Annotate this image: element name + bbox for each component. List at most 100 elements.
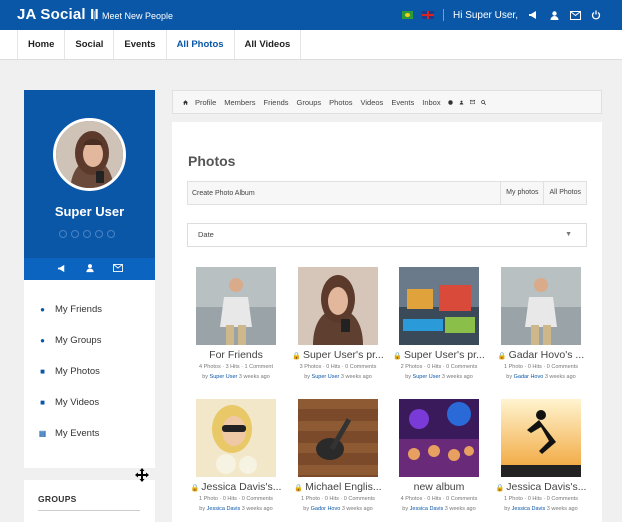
lock-icon: 🔒 — [292, 353, 301, 360]
power-icon[interactable] — [590, 9, 602, 21]
owner-link[interactable]: Gadar Hovo — [514, 374, 544, 380]
owner-link[interactable]: Super User — [312, 374, 340, 380]
caret-down-icon: ▼ — [565, 231, 572, 238]
owner-link[interactable]: Jessica Davis — [207, 506, 241, 512]
album-card[interactable]: 🔒 Super User's pr... 3 Photos · 0 Hits · … — [288, 267, 388, 380]
side-menu: ● My Friends ● My Groups ■ My Photos ■ My Vi… — [24, 280, 155, 468]
profile-actions — [24, 258, 155, 280]
mail-icon[interactable] — [467, 98, 478, 106]
divider — [442, 9, 444, 21]
album-title[interactable]: 🔒 Michael Englis... — [288, 481, 388, 493]
toolbar-groups[interactable]: Groups — [293, 98, 326, 107]
profile-name[interactable]: Super User — [24, 204, 155, 219]
album-thumbnail[interactable] — [399, 399, 479, 477]
album-stats: 3 Photos · 0 Hits · 0 Comments — [299, 364, 377, 370]
album-thumbnail[interactable] — [196, 399, 276, 477]
owner-link[interactable]: Gador Hovo — [311, 506, 341, 512]
my-photos-button[interactable]: My photos — [500, 182, 543, 204]
side-item-label: My Events — [55, 428, 100, 439]
album-stats: 1 Photo · 0 Hits · 0 Comments — [199, 496, 273, 502]
video-icon: ■ — [40, 398, 45, 407]
album-title[interactable]: 🔒 Jessica Davis's... — [186, 481, 286, 493]
toolbar-photos[interactable]: Photos — [325, 98, 356, 107]
create-album-button[interactable]: Create Photo Album — [188, 190, 500, 197]
lock-icon: 🔒 — [497, 353, 507, 360]
mail-icon[interactable] — [112, 264, 123, 274]
side-item-photos[interactable]: ■ My Photos — [24, 356, 155, 387]
lock-icon: 🔒 — [393, 353, 402, 360]
nav-social[interactable]: Social — [64, 30, 113, 59]
top-bar: JA Social II Meet New People Hi Super Us… — [0, 0, 622, 30]
side-item-events[interactable]: ▦ My Events — [24, 418, 155, 449]
album-title[interactable]: 🔒 Jessica Davis's... — [491, 481, 591, 493]
side-item-videos[interactable]: ■ My Videos — [24, 387, 155, 418]
brazil-flag-icon[interactable] — [401, 11, 413, 19]
owner-link[interactable]: Jessica Davis — [512, 506, 546, 512]
nav-all-photos[interactable]: All Photos — [165, 30, 234, 59]
star-icon — [71, 230, 79, 238]
album-thumbnail[interactable] — [399, 267, 479, 345]
home-icon[interactable] — [180, 98, 191, 107]
album-card[interactable]: 🔒 Jessica Davis's... 1 Photo · 0 Hits · 0… — [491, 399, 591, 512]
nav-home[interactable]: Home — [17, 30, 64, 59]
toolbar-members[interactable]: Members — [220, 98, 259, 107]
friends-icon[interactable] — [456, 98, 467, 107]
groups-icon: ● — [40, 336, 45, 345]
page-title: Photos — [188, 153, 236, 169]
all-photos-button[interactable]: All Photos — [543, 182, 586, 204]
album-card[interactable]: For Friends 4 Photos · 3 Hits · 1 Commen… — [186, 267, 286, 380]
album-thumbnail[interactable] — [501, 399, 581, 477]
nav-events[interactable]: Events — [113, 30, 165, 59]
toolbar-events[interactable]: Events — [387, 98, 418, 107]
album-title[interactable]: 🔒 Gadar Hovo's ... — [491, 349, 591, 361]
album-thumbnail[interactable] — [298, 267, 378, 345]
sort-value: Date — [198, 230, 214, 239]
toolbar-videos[interactable]: Videos — [357, 98, 388, 107]
album-title[interactable]: 🔒 Super User's pr... — [288, 349, 388, 361]
mail-icon[interactable] — [569, 9, 581, 21]
sort-select[interactable]: Date ▼ — [187, 223, 587, 247]
album-thumbnail[interactable] — [196, 267, 276, 345]
friends-icon[interactable] — [548, 9, 560, 21]
owner-link[interactable]: Jessica Davis — [410, 506, 444, 512]
album-stats: 1 Photo · 0 Hits · 0 Comments — [504, 496, 578, 502]
uk-flag-icon[interactable] — [421, 11, 434, 19]
toolbar-inbox[interactable]: Inbox — [418, 98, 444, 107]
site-logo[interactable]: JA Social II — [17, 6, 99, 23]
toolbar-profile[interactable]: Profile — [191, 98, 220, 107]
album-owner: by Jessica Davis 3 weeks ago — [402, 506, 476, 512]
album-card[interactable]: 🔒 Super User's pr... 2 Photos · 0 Hits · … — [389, 267, 489, 380]
owner-link[interactable]: Super User — [210, 374, 238, 380]
friends-icon[interactable] — [85, 263, 95, 275]
avatar[interactable] — [53, 118, 126, 191]
album-stats: 2 Photos · 0 Hits · 0 Comments — [400, 364, 478, 370]
album-card[interactable]: new album 4 Photos · 0 Hits · 0 Comments… — [389, 399, 489, 512]
toolbar-friends[interactable]: Friends — [260, 98, 293, 107]
user-greeting[interactable]: Hi Super User, — [453, 10, 518, 21]
calendar-icon: ▦ — [38, 429, 47, 438]
groups-panel: GROUPS — [24, 480, 155, 522]
album-title[interactable]: new album — [389, 481, 489, 493]
album-thumbnail[interactable] — [501, 267, 581, 345]
album-owner: by Jessica Davis 3 weeks ago — [504, 506, 578, 512]
nav-all-videos[interactable]: All Videos — [233, 30, 302, 59]
side-item-groups[interactable]: ● My Groups — [24, 325, 155, 356]
megaphone-icon[interactable] — [57, 264, 67, 275]
album-title[interactable]: 🔒 Super User's pr... — [389, 349, 489, 361]
megaphone-icon[interactable] — [527, 9, 539, 21]
album-actions-bar: Create Photo Album My photos All Photos — [187, 181, 587, 205]
album-card[interactable]: 🔒 Jessica Davis's... 1 Photo · 0 Hits · 0… — [186, 399, 286, 512]
album-card[interactable]: 🔒 Gadar Hovo's ... 1 Photo · 0 Hits · 0 C… — [491, 267, 591, 380]
side-item-friends[interactable]: ● My Friends — [24, 294, 155, 325]
friends-icon: ● — [40, 305, 45, 314]
search-icon[interactable] — [478, 98, 489, 107]
globe-icon[interactable] — [445, 98, 456, 107]
site-tagline: Meet New People — [94, 11, 173, 21]
album-thumbnail[interactable] — [298, 399, 378, 477]
album-stats: 1 Photo · 0 Hits · 0 Comments — [301, 496, 375, 502]
rating-stars — [59, 230, 115, 238]
album-title[interactable]: For Friends — [186, 349, 286, 361]
owner-link[interactable]: Super User — [413, 374, 441, 380]
album-card[interactable]: 🔒 Michael Englis... 1 Photo · 0 Hits · 0 … — [288, 399, 388, 512]
album-stats: 1 Photo · 0 Hits · 0 Comments — [504, 364, 578, 370]
